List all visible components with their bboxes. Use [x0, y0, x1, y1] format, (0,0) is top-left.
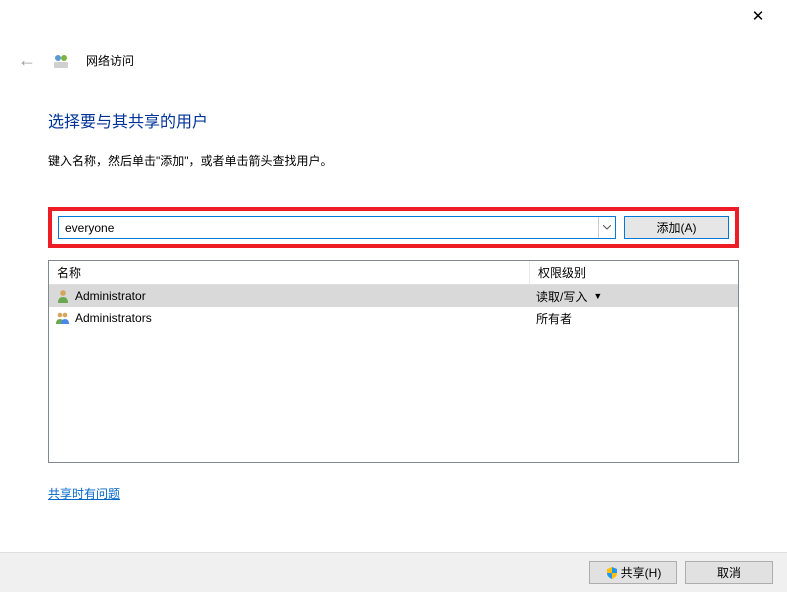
share-button[interactable]: 共享(H)	[589, 561, 677, 584]
page-subtext: 键入名称，然后单击"添加"，或者单击箭头查找用户。	[48, 152, 739, 169]
row-name-cell: Administrators	[49, 310, 530, 326]
table-row[interactable]: Administrator 读取/写入 ▼	[49, 285, 738, 307]
network-icon	[52, 52, 70, 70]
chevron-down-icon	[603, 225, 611, 230]
shield-icon	[605, 566, 619, 580]
input-highlight-box: 添加(A)	[48, 207, 739, 248]
footer: 共享(H) 取消	[0, 552, 787, 592]
row-perm-cell: 所有者	[530, 310, 738, 327]
close-button[interactable]: ✕	[743, 8, 773, 28]
page-heading: 选择要与其共享的用户	[48, 108, 739, 132]
add-button[interactable]: 添加(A)	[624, 216, 729, 239]
user-input[interactable]	[59, 217, 598, 238]
table-body: Administrator 读取/写入 ▼ Administrators 所有者	[49, 285, 738, 329]
window-title: 网络访问	[86, 52, 134, 69]
row-name-cell: Administrator	[49, 288, 530, 304]
nav-area: ← 网络访问	[18, 50, 134, 71]
cancel-button[interactable]: 取消	[685, 561, 773, 584]
user-table: 名称 权限级别 Administrator读取/写入▼Administrator…	[48, 260, 739, 463]
user-icon	[55, 310, 71, 326]
share-button-label: 共享(H)	[621, 564, 662, 581]
table-row[interactable]: Administrators 所有者	[49, 307, 738, 329]
table-header: 名称 权限级别	[49, 261, 738, 285]
row-name-label: Administrators	[75, 311, 152, 325]
combo-dropdown-button[interactable]	[598, 217, 615, 238]
row-perm-label: 所有者	[536, 310, 572, 327]
row-perm-cell[interactable]: 读取/写入 ▼	[530, 288, 738, 305]
chevron-down-icon: ▼	[593, 291, 602, 301]
row-name-label: Administrator	[75, 289, 146, 303]
back-arrow-icon[interactable]: ←	[18, 50, 36, 71]
column-header-name[interactable]: 名称	[49, 261, 530, 284]
help-link[interactable]: 共享时有问题	[48, 485, 120, 502]
user-icon	[55, 288, 71, 304]
user-combo	[58, 216, 616, 239]
column-header-permission[interactable]: 权限级别	[530, 261, 738, 284]
content-area: 选择要与其共享的用户 键入名称，然后单击"添加"，或者单击箭头查找用户。 添加(…	[48, 108, 739, 502]
row-perm-label: 读取/写入	[536, 288, 587, 305]
